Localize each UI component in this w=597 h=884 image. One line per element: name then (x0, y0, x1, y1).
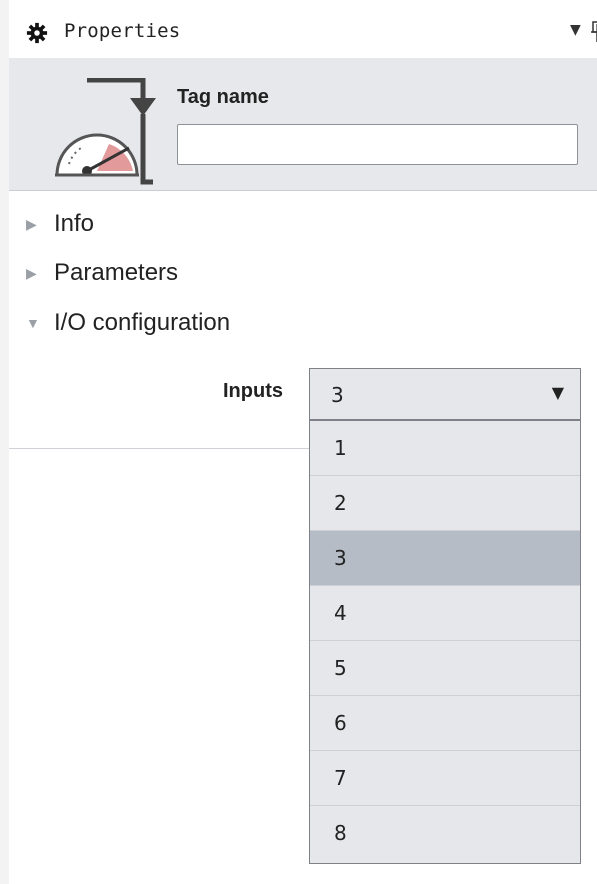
gear-icon (26, 22, 48, 44)
inputs-label: Inputs (223, 380, 283, 402)
section-info-label: Info (54, 210, 95, 237)
collapse-triangle-icon: ▼ (26, 315, 40, 331)
dropdown-option[interactable]: 4 (310, 586, 580, 641)
dropdown-option[interactable]: 1 (310, 421, 580, 476)
inputs-select[interactable]: 3 ▼ (309, 368, 581, 420)
section-io-label: I/O configuration (54, 309, 231, 336)
gauge-icon (55, 78, 156, 185)
properties-header: Tag name (9, 58, 597, 191)
panel-titlebar: Properties ▼ (9, 0, 597, 58)
inputs-dropdown-list: 1 2 3 4 5 6 7 8 (309, 420, 581, 864)
tag-name-input[interactable] (177, 124, 578, 165)
dropdown-option[interactable]: 5 (310, 641, 580, 696)
section-parameters-label: Parameters (54, 259, 179, 286)
expand-triangle-icon: ▶ (26, 264, 37, 281)
chevron-down-icon[interactable]: ▼ (552, 383, 564, 402)
pin-icon[interactable] (591, 20, 597, 44)
expand-triangle-icon: ▶ (26, 215, 37, 232)
panel-title: Properties (64, 20, 181, 42)
dropdown-option[interactable]: 8 (310, 806, 580, 861)
panel-menu-arrow-icon[interactable]: ▼ (570, 22, 581, 38)
section-info[interactable]: ▶ Info (26, 210, 94, 238)
dropdown-option[interactable]: 6 (310, 696, 580, 751)
section-parameters[interactable]: ▶ Parameters (26, 259, 178, 287)
tag-name-label: Tag name (177, 86, 269, 108)
panel-edge (0, 0, 9, 884)
inputs-selected-value: 3 (331, 383, 344, 407)
dropdown-option[interactable]: 7 (310, 751, 580, 806)
dropdown-option-selected[interactable]: 3 (310, 531, 580, 586)
divider (9, 448, 309, 449)
section-io-configuration[interactable]: ▼ I/O configuration (26, 309, 230, 337)
dropdown-option[interactable]: 2 (310, 476, 580, 531)
